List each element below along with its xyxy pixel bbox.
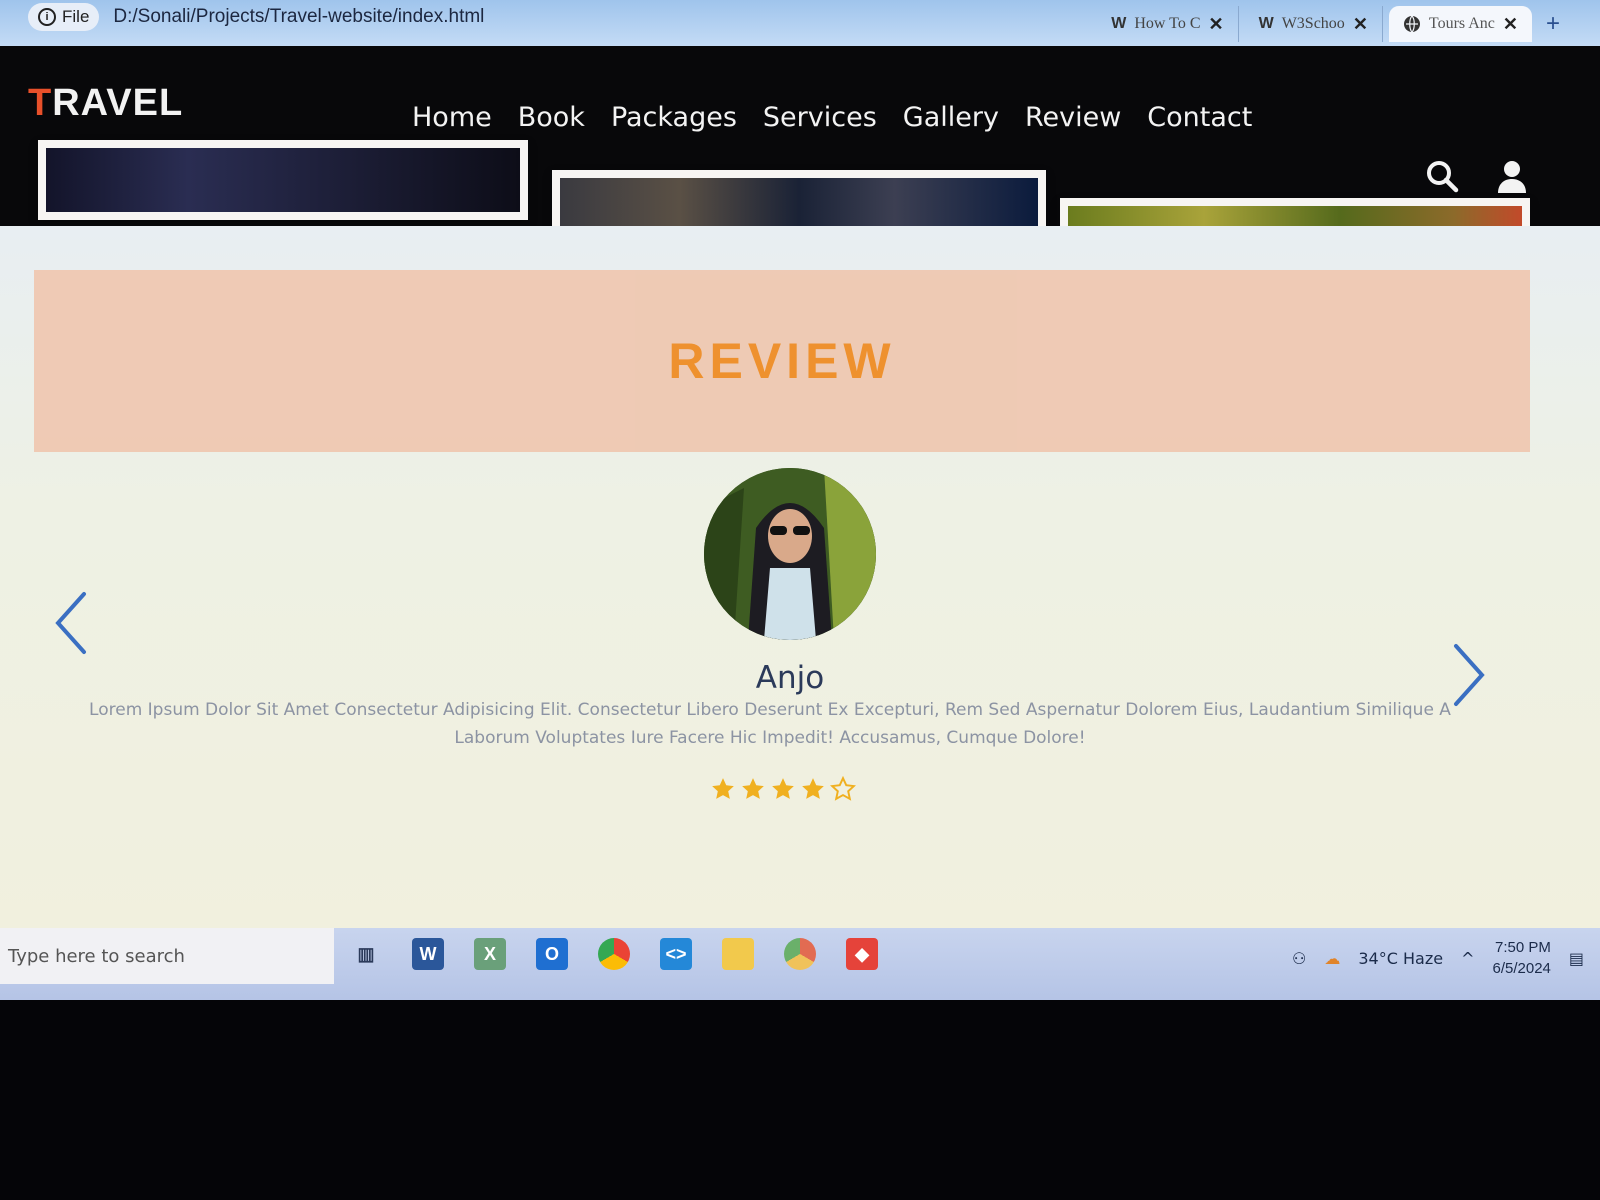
nav-contact[interactable]: Contact <box>1147 102 1252 133</box>
tab-label: Tours Anc <box>1428 15 1495 32</box>
review-section: REVIEW Anjo Lorem Ipsum Dolor Sit Amet C… <box>0 226 1600 942</box>
nav-services[interactable]: Services <box>763 102 877 133</box>
tab-w3schools[interactable]: W W3Schoo ✕ <box>1245 6 1383 42</box>
chevron-up-icon[interactable]: ^ <box>1461 949 1474 968</box>
close-icon[interactable]: ✕ <box>1353 14 1368 35</box>
star-empty-icon <box>830 776 856 801</box>
anydesk-icon[interactable]: ◆ <box>846 938 878 970</box>
browser-chrome: i File D:/Sonali/Projects/Travel-website… <box>0 0 1600 50</box>
vscode-icon[interactable]: <> <box>660 938 692 970</box>
system-tray: ⚇ ☁ 34°C Haze ^ 7:50 PM 6/5/2024 ▤ <box>1292 934 1584 982</box>
reviewer-photo <box>704 468 876 640</box>
reviewer-avatar <box>704 468 876 640</box>
url-text[interactable]: D:/Sonali/Projects/Travel-website/index.… <box>113 6 484 28</box>
close-icon[interactable]: ✕ <box>1209 14 1224 35</box>
notification-icon[interactable]: ▤ <box>1569 949 1584 968</box>
new-tab-button[interactable]: + <box>1546 10 1560 38</box>
review-text: Lorem Ipsum Dolor Sit Amet Consectetur A… <box>89 700 1451 748</box>
tab-strip: W How To C ✕ W W3Schoo ✕ Tours Anc ✕ + <box>1097 0 1560 48</box>
review-heading-banner: REVIEW <box>34 270 1530 452</box>
tab-label: W3Schoo <box>1281 15 1345 32</box>
nav-review[interactable]: Review <box>1025 102 1121 133</box>
globe-icon <box>1403 15 1420 33</box>
next-arrow-icon[interactable] <box>1448 640 1488 710</box>
monitor-bezel <box>0 1000 1600 1200</box>
clock-time: 7:50 PM <box>1495 939 1551 956</box>
w-logo-icon: W <box>1258 15 1274 32</box>
people-icon[interactable]: ⚇ <box>1292 949 1306 968</box>
close-icon[interactable]: ✕ <box>1503 14 1518 35</box>
review-heading: REVIEW <box>668 333 896 389</box>
file-label: File <box>62 7 90 26</box>
star-filled-icon <box>802 778 824 799</box>
tab-how-to[interactable]: W How To C ✕ <box>1097 6 1239 42</box>
star-filled-icon <box>772 778 794 799</box>
chrome-icon[interactable] <box>598 938 630 970</box>
file-explorer-icon[interactable] <box>722 938 754 970</box>
tab-label: How To C <box>1134 15 1201 32</box>
windows-taskbar: Type here to search ▥ W X O <> ◆ ⚇ ☁ 34°… <box>0 928 1600 1000</box>
outlook-icon[interactable]: O <box>536 938 568 970</box>
weather-text[interactable]: 34°C Haze <box>1358 949 1443 968</box>
address-bar[interactable]: i File D:/Sonali/Projects/Travel-website… <box>28 0 928 34</box>
task-view-icon[interactable]: ▥ <box>350 938 382 970</box>
nav-book[interactable]: Book <box>518 102 585 133</box>
info-icon: i <box>38 8 56 26</box>
star-filled-icon <box>742 778 764 799</box>
logo-rest: RAVEL <box>52 82 184 124</box>
logo-first-letter: T <box>28 82 53 124</box>
tab-tours-active[interactable]: Tours Anc ✕ <box>1388 6 1532 42</box>
clock[interactable]: 7:50 PM 6/5/2024 <box>1492 937 1550 979</box>
w-logo-icon: W <box>1111 15 1127 32</box>
gallery-image[interactable] <box>38 140 528 220</box>
excel-icon[interactable]: X <box>474 938 506 970</box>
word-icon[interactable]: W <box>412 938 444 970</box>
reviewer-name: Anjo <box>755 660 825 696</box>
nav-gallery[interactable]: Gallery <box>903 102 999 133</box>
taskbar-search-box[interactable]: Type here to search <box>0 928 334 984</box>
clock-date: 6/5/2024 <box>1492 960 1551 977</box>
nav-packages[interactable]: Packages <box>611 102 737 133</box>
taskbar-apps: ▥ W X O <> ◆ <box>350 938 878 970</box>
weather-icon: ☁ <box>1324 948 1341 968</box>
rating-stars <box>710 776 856 802</box>
main-nav: Home Book Packages Services Gallery Revi… <box>412 102 1252 133</box>
star-filled-icon <box>712 778 734 799</box>
nav-home[interactable]: Home <box>412 102 492 133</box>
previous-arrow-icon[interactable] <box>52 588 92 658</box>
chrome-canary-icon[interactable] <box>784 938 816 970</box>
site-info-chip[interactable]: i File <box>28 3 100 31</box>
site-logo[interactable]: TRAVEL <box>28 82 183 125</box>
search-placeholder: Type here to search <box>8 945 185 967</box>
